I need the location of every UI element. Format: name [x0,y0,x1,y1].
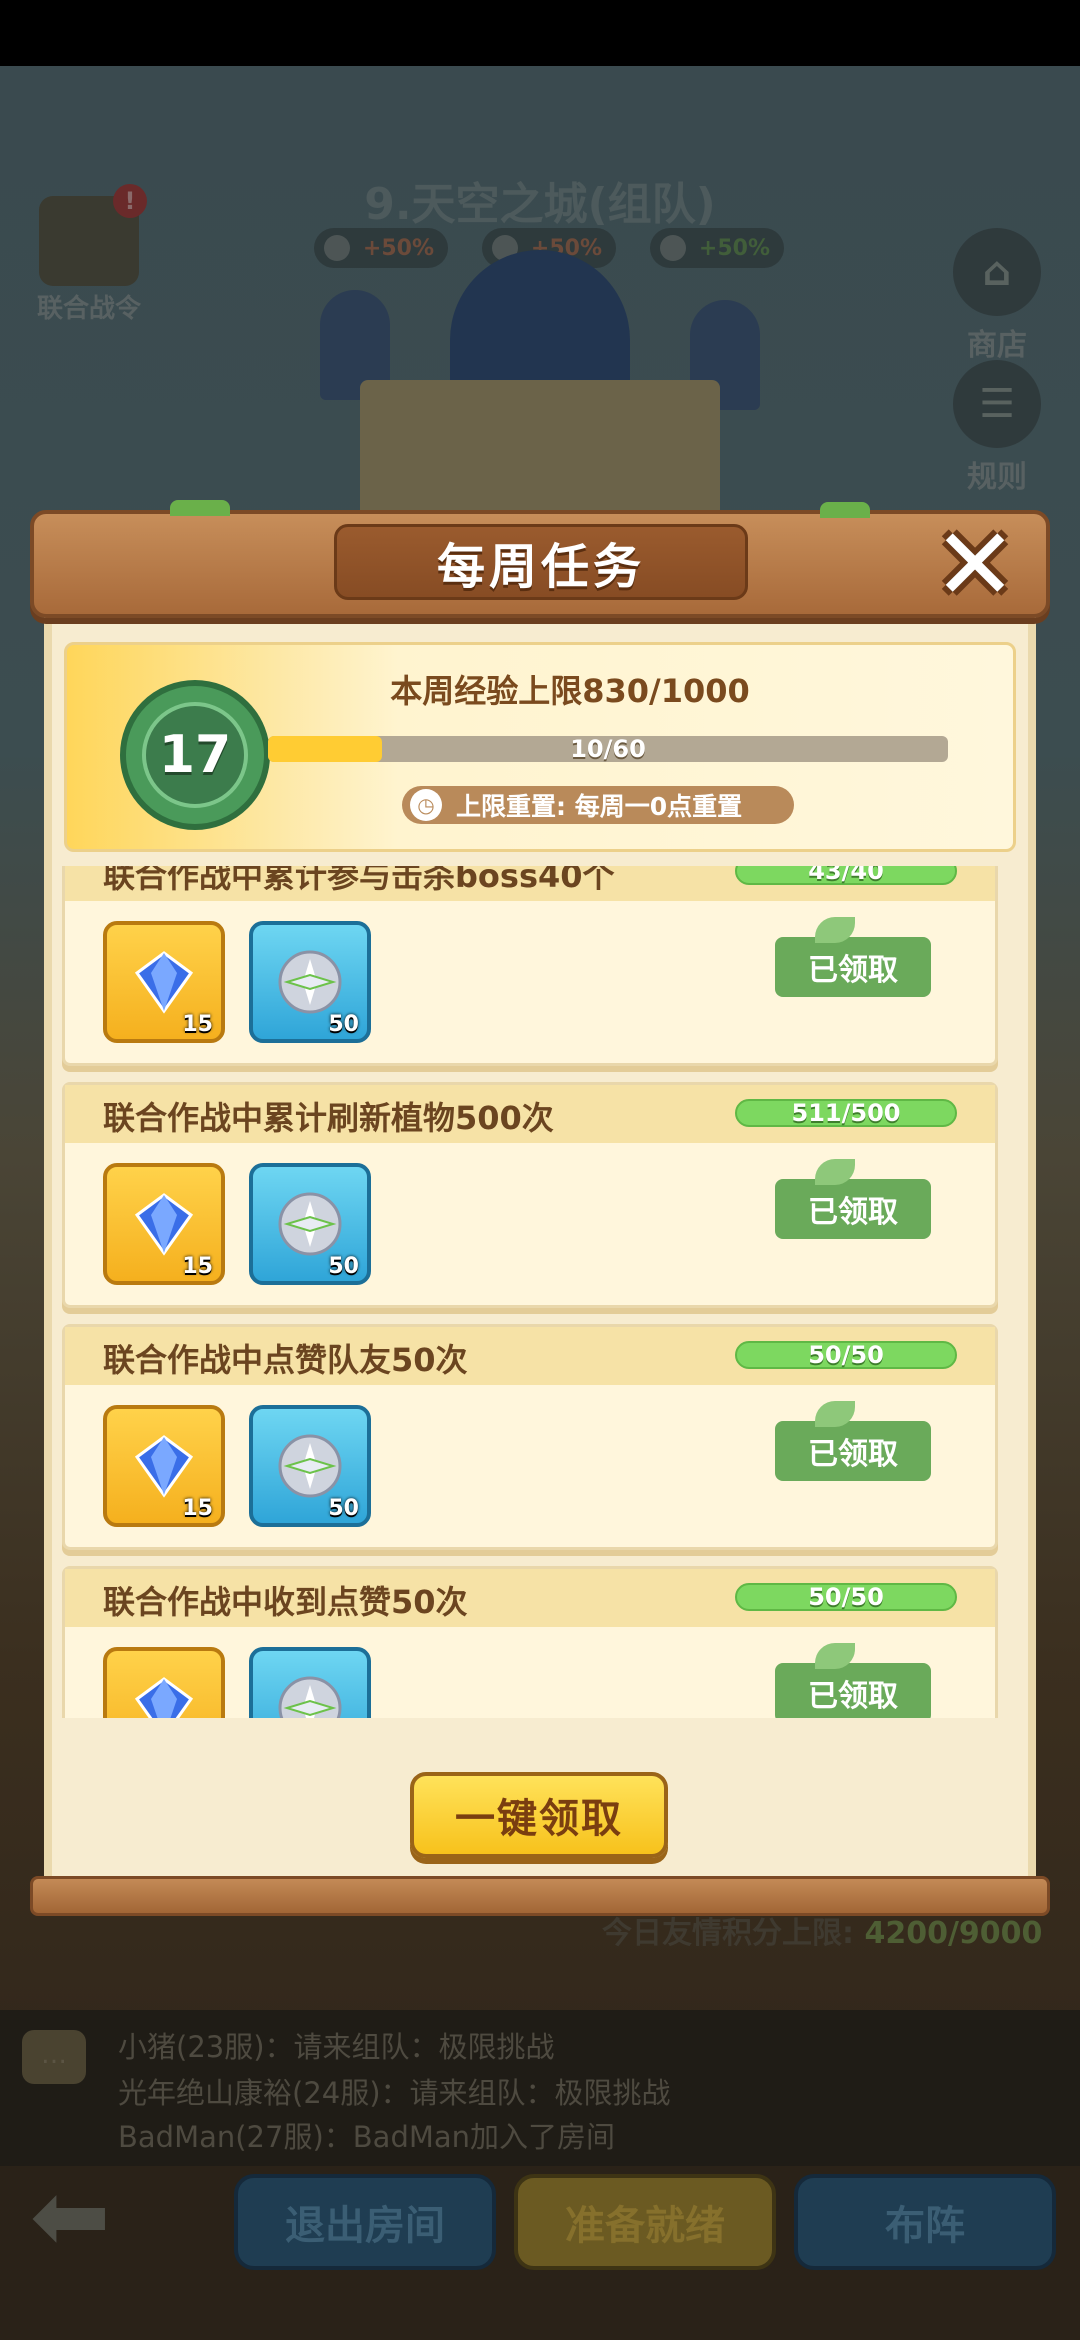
claimed-status: 已领取 [775,1643,931,1718]
reward-badge[interactable]: 50 [249,1405,371,1527]
reward-quantity: 15 [182,1012,213,1037]
leaf-icon [815,1159,855,1185]
status-bar [0,0,1080,66]
task-title: 联合作战中收到点赞50次 [103,1583,468,1621]
panel-title: 每周任务 [334,524,748,600]
task-item: 联合作战中收到点赞50次 50/50 15 50 已领取 [62,1566,998,1718]
reset-info: ◷ 上限重置: 每周一0点重置 [402,786,794,824]
reward-badge[interactable]: 50 [249,1647,371,1718]
task-progress-text: 511/500 [791,1099,901,1127]
leaf-icon [815,1401,855,1427]
reward-quantity: 50 [328,1496,359,1521]
leaf-icon [815,1643,855,1669]
task-progress-text: 50/50 [808,1583,884,1611]
task-title: 联合作战中累计参与击杀boss40个 [103,866,615,895]
reward-quantity: 15 [182,1496,213,1521]
level-badge: 17 [120,680,270,830]
silver-wreath-star-icon [278,1434,342,1498]
claimed-label: 已领取 [808,1195,898,1230]
task-progress-bar: 43/40 [735,866,957,885]
task-progress-text: 50/50 [808,1341,884,1369]
task-list[interactable]: 联合作战中累计参与击杀boss40个 43/40 15 50 已领取 联合作战中… [62,866,998,1718]
reward-diamond[interactable]: 15 [103,1163,225,1285]
task-progress-bar: 50/50 [735,1341,957,1369]
grass-decoration [820,502,870,518]
reward-diamond[interactable]: 15 [103,1647,225,1718]
task-item: 联合作战中累计刷新植物500次 511/500 15 50 已领取 [62,1082,998,1308]
task-progress-text: 43/40 [808,866,884,885]
reward-badge[interactable]: 50 [249,1163,371,1285]
diamond-icon [134,1677,194,1718]
silver-wreath-star-icon [278,1192,342,1256]
claimed-status: 已领取 [775,917,931,997]
task-title: 联合作战中累计刷新植物500次 [103,1099,554,1137]
task-progress-bar: 511/500 [735,1099,957,1127]
leaf-icon [815,917,855,943]
claimed-status: 已领取 [775,1401,931,1481]
grass-decoration [170,500,230,516]
reset-text: 上限重置: 每周一0点重置 [456,792,743,821]
diamond-icon [134,951,194,1014]
reward-quantity: 50 [328,1012,359,1037]
task-item: 联合作战中点赞队友50次 50/50 15 50 已领取 [62,1324,998,1550]
silver-wreath-star-icon [278,1676,342,1718]
task-item: 联合作战中累计参与击杀boss40个 43/40 15 50 已领取 [62,866,998,1066]
claim-all-button[interactable]: 一键领取 [410,1772,668,1858]
reward-quantity: 50 [328,1254,359,1279]
claimed-label: 已领取 [808,1437,898,1472]
claimed-status: 已领取 [775,1159,931,1239]
task-title: 联合作战中点赞队友50次 [103,1341,468,1379]
claimed-label: 已领取 [808,953,898,988]
claimed-label: 已领取 [808,1679,898,1714]
reward-diamond[interactable]: 15 [103,1405,225,1527]
level-number: 17 [142,702,248,808]
reward-diamond[interactable]: 15 [103,921,225,1043]
exp-progress-bar: 10/60 [268,736,948,762]
reward-quantity: 15 [182,1254,213,1279]
close-icon[interactable]: ✕ [930,515,1020,615]
clock-icon: ◷ [410,789,442,821]
diamond-icon [134,1435,194,1498]
reward-badge[interactable]: 50 [249,921,371,1043]
silver-wreath-star-icon [278,950,342,1014]
exp-progress-text: 10/60 [570,735,646,763]
weekly-exp-cap: 本周经验上限830/1000 [390,672,750,710]
panel-footer-board [30,1876,1050,1916]
diamond-icon [134,1193,194,1256]
task-progress-bar: 50/50 [735,1583,957,1611]
